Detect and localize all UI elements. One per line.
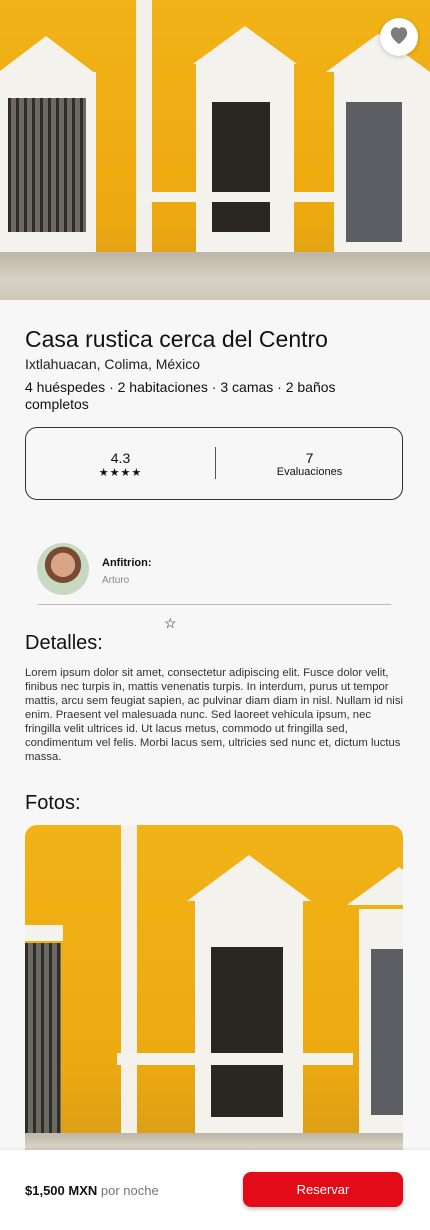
door-gray xyxy=(371,949,403,1115)
photo-gallery[interactable] xyxy=(25,825,403,1155)
baluster xyxy=(214,202,220,232)
divider xyxy=(38,604,391,605)
door-gray xyxy=(346,102,402,242)
heart-icon xyxy=(388,25,410,50)
door-pediment xyxy=(193,26,297,64)
listing-features: 4 huéspedes · 2 habitaciones · 3 camas ·… xyxy=(25,379,336,412)
baluster xyxy=(250,202,256,232)
rating-value: 4.3 xyxy=(110,450,131,466)
host-name: Arturo xyxy=(102,575,130,586)
sidewalk xyxy=(0,252,430,300)
window-pediment xyxy=(0,36,96,74)
baluster xyxy=(262,202,268,232)
favorite-button[interactable] xyxy=(380,18,418,56)
baluster xyxy=(271,1065,278,1105)
host-label: Anfitrion: xyxy=(102,557,152,569)
baluster xyxy=(215,1065,222,1105)
reviews-label: Evaluaciones xyxy=(276,466,343,478)
details-text: Lorem ipsum dolor sit amet, consectetur … xyxy=(25,667,403,763)
pilaster xyxy=(121,825,137,1155)
balcony-rail xyxy=(136,192,346,202)
rating-stat[interactable]: 4.3 ★★★★ xyxy=(26,428,215,501)
baluster xyxy=(238,202,244,232)
window-grill xyxy=(8,98,86,232)
hero-photo xyxy=(0,0,430,300)
booking-bar: $1,500 MXN por noche Reservar xyxy=(0,1150,430,1230)
rating-stars: ★★★★ xyxy=(98,467,143,479)
balcony-rail xyxy=(117,1053,353,1065)
window-frame xyxy=(25,925,63,941)
listing-title: Casa rustica cerca del Centro xyxy=(25,326,328,352)
reserve-button[interactable]: Reservar xyxy=(243,1172,403,1207)
baluster xyxy=(257,1065,264,1105)
stats-card: 4.3 ★★★★ 7 Evaluaciones xyxy=(25,427,403,500)
baluster xyxy=(226,202,232,232)
baluster xyxy=(229,1065,236,1105)
photos-heading: Fotos: xyxy=(25,792,81,814)
door-pediment xyxy=(187,855,311,901)
pilaster xyxy=(136,0,152,252)
listing-location: Ixtlahuacan, Colima, México xyxy=(25,356,201,372)
price-label: $1,500 MXN por noche xyxy=(25,1183,159,1198)
window-grill xyxy=(25,943,61,1133)
star-icon[interactable]: ☆ xyxy=(164,615,177,632)
baluster xyxy=(243,1065,250,1105)
door-pediment xyxy=(347,867,403,905)
price-amount: $1,500 MXN xyxy=(25,1183,98,1198)
details-heading: Detalles: xyxy=(25,632,103,654)
host-avatar[interactable] xyxy=(37,543,89,595)
price-unit: por noche xyxy=(100,1183,159,1198)
reviews-stat[interactable]: 7 Evaluaciones xyxy=(215,428,404,501)
reviews-count: 7 xyxy=(305,450,314,466)
